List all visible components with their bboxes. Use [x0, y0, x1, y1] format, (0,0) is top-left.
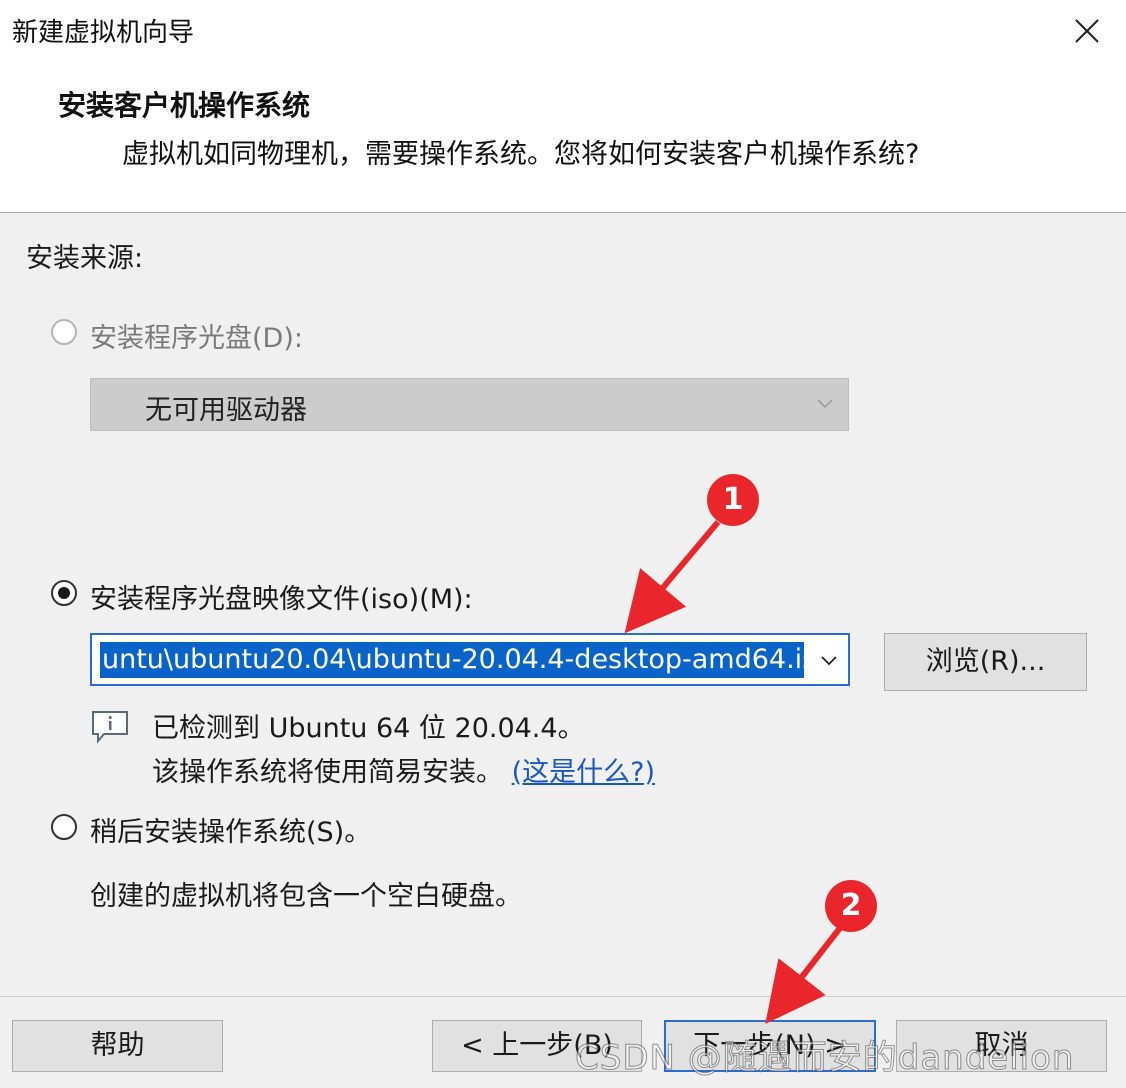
- annotation-badge-1: 1: [707, 474, 759, 526]
- watermark-text: CSDN @随遇而安的dandelion: [574, 1038, 1075, 1079]
- arrow-2: [765, 926, 843, 1024]
- annotation-badge-2: 2: [825, 880, 877, 932]
- annotation-arrows: [624, 520, 843, 1024]
- arrow-1: [624, 520, 721, 634]
